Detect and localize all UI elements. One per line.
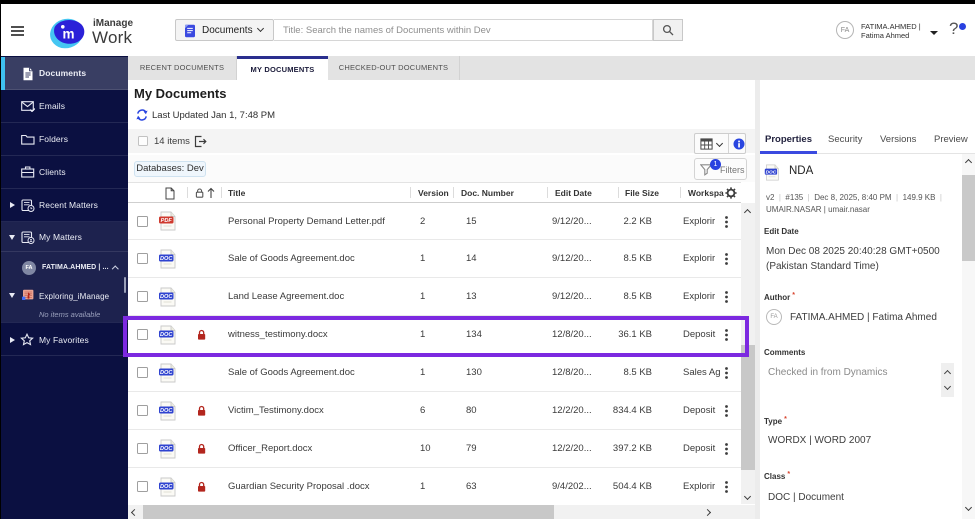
svg-text:m: m	[62, 27, 74, 42]
